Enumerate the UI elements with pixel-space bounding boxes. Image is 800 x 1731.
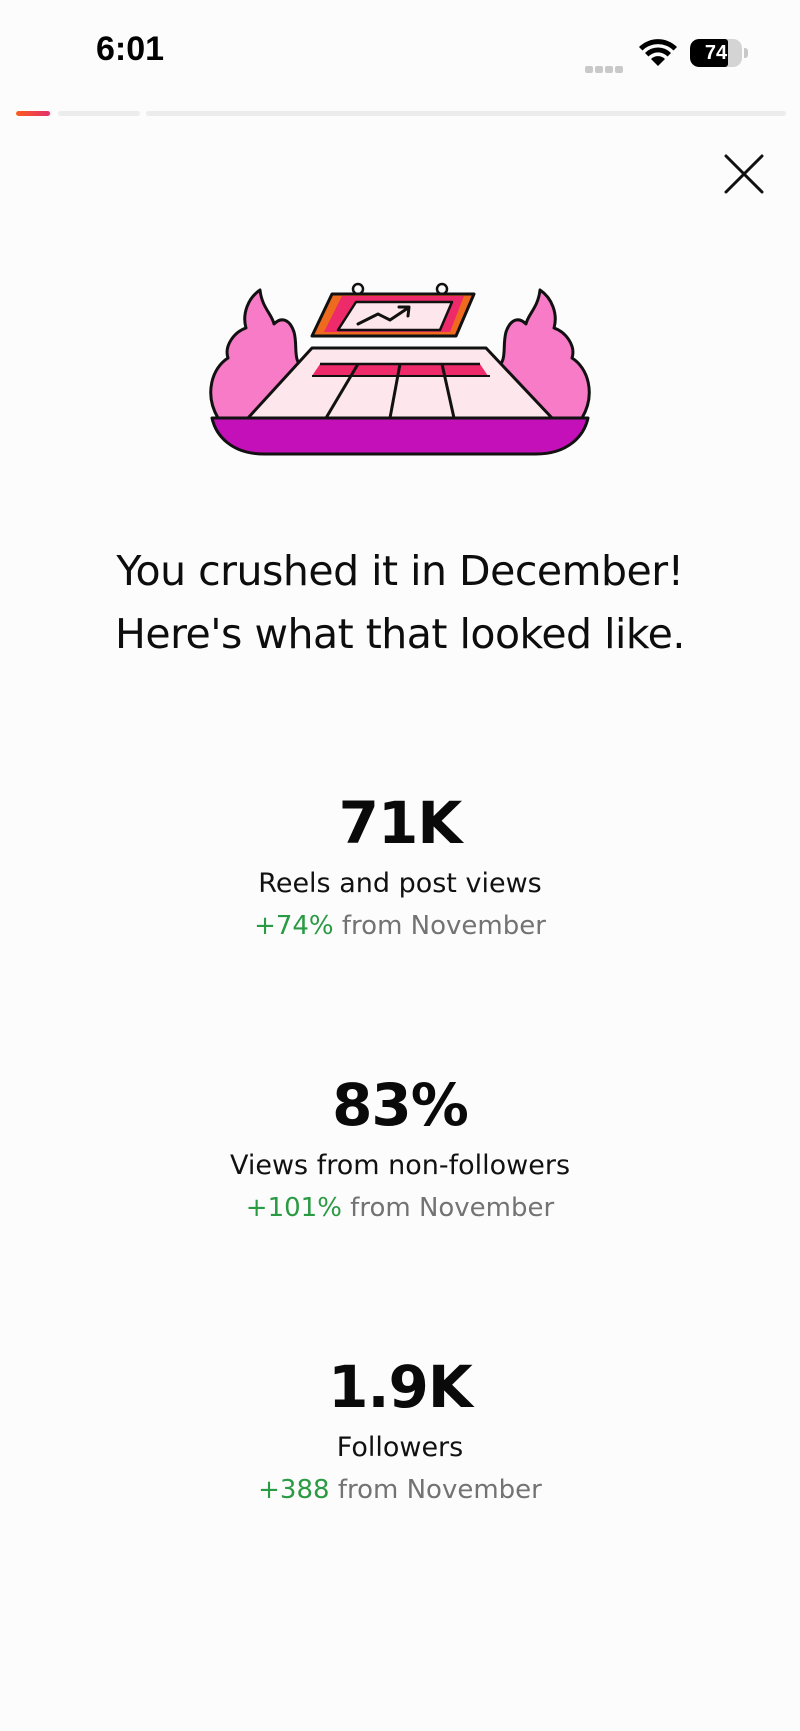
- stat-reels-and-post-views: 71K Reels and post views +74% from Novem…: [100, 788, 700, 946]
- stat-change: +388 from November: [100, 1470, 700, 1510]
- stat-label: Reels and post views: [258, 868, 542, 899]
- status-bar: 6:01 74: [0, 0, 800, 100]
- progress-segment: [146, 111, 786, 116]
- status-time: 6:01: [96, 30, 165, 68]
- stat-change: +101% from November: [100, 1188, 700, 1228]
- battery-icon: 74: [690, 39, 748, 67]
- progress-segment: [16, 111, 52, 116]
- stat-comparison: from November: [337, 1475, 542, 1505]
- stat-views-from-non-followers: 83% Views from non-followers +101% from …: [100, 1070, 700, 1228]
- stat-delta: +101%: [245, 1193, 342, 1223]
- stat-comparison: from November: [341, 911, 546, 941]
- headline-line-2: Here's what that looked like.: [115, 610, 685, 658]
- stat-change: +74% from November: [100, 906, 700, 946]
- headline: You crushed it in December! Here's what …: [40, 540, 760, 666]
- close-icon: [724, 154, 764, 194]
- stat-label: Views from non-followers: [229, 1150, 571, 1181]
- wifi-icon: [639, 39, 677, 66]
- story-progress-bar: [16, 111, 786, 116]
- cellular-signal-icon: [585, 58, 625, 73]
- progress-segment: [58, 111, 140, 116]
- headline-line-1: You crushed it in December!: [116, 547, 684, 595]
- battery-percent: 74: [704, 42, 728, 64]
- stat-delta: +74%: [254, 911, 334, 941]
- stat-value: 71K: [338, 789, 463, 857]
- flaming-chart-sleigh-illustration: [209, 282, 591, 456]
- stat-value: 83%: [332, 1071, 469, 1139]
- stat-followers: 1.9K Followers +388 from November: [100, 1352, 700, 1510]
- close-button[interactable]: [718, 148, 770, 200]
- stat-delta: +388: [258, 1475, 330, 1505]
- stat-comparison: from November: [350, 1193, 555, 1223]
- stat-value: 1.9K: [328, 1353, 473, 1421]
- stat-label: Followers: [336, 1432, 464, 1463]
